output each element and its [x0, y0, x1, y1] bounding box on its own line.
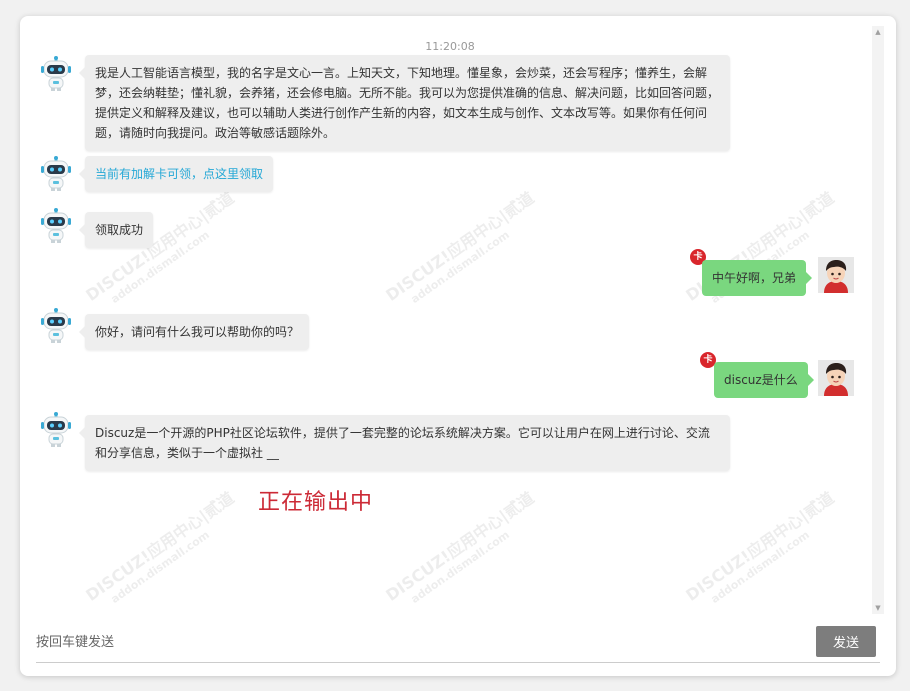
watermark: DISCUZ!应用中心|贰道addon.dismall.com	[82, 488, 238, 606]
robot-icon	[38, 208, 74, 244]
user-avatar	[818, 360, 854, 396]
boy-avatar-icon	[818, 360, 854, 396]
message-timestamp: 11:20:08	[425, 40, 475, 53]
bot-message: 领取成功	[78, 212, 154, 248]
message-text: 中午好啊，兄弟	[712, 271, 797, 285]
bot-avatar	[38, 56, 74, 92]
message-text: 你好，请问有什么我可以帮助你的吗？	[95, 325, 300, 339]
robot-icon	[38, 308, 74, 344]
watermark: DISCUZ!应用中心|贰道addon.dismall.com	[682, 488, 838, 606]
user-message: 中午好啊，兄弟	[702, 260, 813, 296]
watermark: DISCUZ!应用中心|贰道addon.dismall.com	[382, 488, 538, 606]
message-text: 我是人工智能语言模型，我的名字是文心一言。上知天文，下知地理。懂星象，会炒菜，还…	[95, 66, 720, 140]
triangle-up-icon[interactable]: ▲	[872, 26, 884, 38]
chat-window: DISCUZ!应用中心|贰道 addon.dismall.com DISCUZ!应…	[20, 16, 896, 676]
chat-message-area[interactable]: DISCUZ!应用中心|贰道 addon.dismall.com DISCUZ!应…	[20, 16, 872, 616]
message-text: 领取成功	[95, 223, 144, 237]
send-button[interactable]: 发送	[816, 626, 876, 657]
user-avatar	[818, 257, 854, 293]
streaming-status: 正在输出中	[258, 490, 374, 515]
message-input[interactable]	[36, 626, 796, 658]
message-text: discuz是什么	[724, 373, 798, 387]
robot-icon	[38, 156, 74, 192]
bot-message: 我是人工智能语言模型，我的名字是文心一言。上知天文，下知地理。懂星象，会炒菜，还…	[79, 55, 730, 151]
watermark: DISCUZ!应用中心|贰道addon.dismall.com	[682, 188, 838, 306]
triangle-down-icon[interactable]: ▼	[872, 602, 884, 614]
bot-avatar	[38, 308, 74, 344]
bot-avatar	[38, 156, 74, 192]
bot-avatar	[38, 412, 74, 448]
bot-avatar	[38, 208, 74, 244]
robot-icon	[38, 56, 74, 92]
bot-message: 你好，请问有什么我可以帮助你的吗？	[78, 314, 310, 350]
bot-message: Discuz是一个开源的PHP社区论坛软件，提供了一套完整的论坛系统解决方案。它…	[79, 415, 730, 471]
boy-avatar-icon	[818, 257, 854, 293]
claim-card-link[interactable]: 当前有加解卡可领，点这里领取	[95, 167, 263, 181]
bot-message: 当前有加解卡可领，点这里领取	[78, 156, 274, 192]
robot-icon	[38, 412, 74, 448]
scrollbar[interactable]: ▲ ▼	[872, 26, 884, 614]
user-message: discuz是什么	[714, 362, 814, 398]
watermark: DISCUZ!应用中心|贰道addon.dismall.com	[82, 188, 238, 306]
message-input-bar: 发送	[36, 626, 880, 663]
message-text: Discuz是一个开源的PHP社区论坛软件，提供了一套完整的论坛系统解决方案。它…	[95, 426, 710, 460]
watermark: DISCUZ!应用中心|贰道addon.dismall.com	[382, 188, 538, 306]
